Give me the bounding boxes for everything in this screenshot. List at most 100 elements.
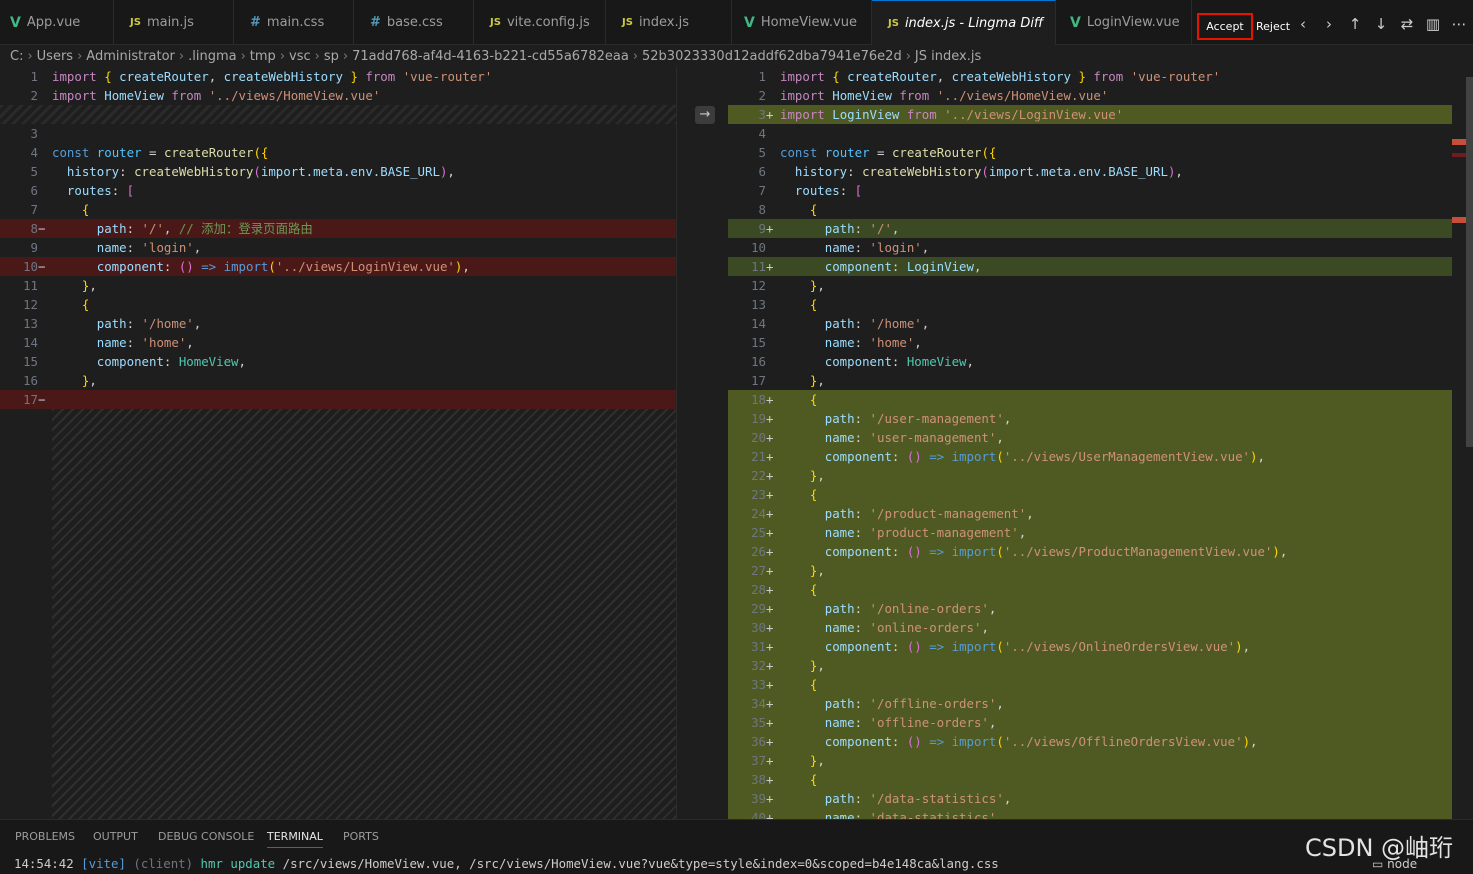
- code-line[interactable]: 1 import { createRouter, createWebHistory…: [728, 67, 1452, 86]
- added-line[interactable]: 20 + name: 'user-management',: [728, 428, 1452, 447]
- tab-loginview-vue[interactable]: V LoginView.vue: [1056, 0, 1192, 45]
- panel-tab-output[interactable]: OUTPUT: [93, 830, 138, 843]
- code-line[interactable]: 1 import { createRouter, createWebHistory…: [0, 67, 688, 86]
- reject-button[interactable]: Reject: [1256, 20, 1290, 33]
- code-line[interactable]: 17 },: [728, 371, 1452, 390]
- panel-tab-problems[interactable]: PROBLEMS: [15, 830, 75, 843]
- tab-vite-config[interactable]: JS vite.config.js: [474, 0, 606, 45]
- code-line[interactable]: 15 component: HomeView,: [0, 352, 688, 371]
- code-line[interactable]: 16 },: [0, 371, 688, 390]
- added-line[interactable]: 27 + },: [728, 561, 1452, 580]
- breadcrumb-item[interactable]: tmp: [250, 49, 276, 64]
- tab-lingma-diff[interactable]: JSindex.js - Lingma Diff✕: [872, 0, 1056, 45]
- code-line[interactable]: [0, 105, 688, 124]
- code-line[interactable]: 7 {: [0, 200, 688, 219]
- added-line[interactable]: 38 + {: [728, 770, 1452, 789]
- added-line[interactable]: 26 + component: () => import('../views/Pr…: [728, 542, 1452, 561]
- breadcrumb-item[interactable]: JS index.js: [915, 49, 981, 64]
- code-line[interactable]: 14 name: 'home',: [0, 333, 688, 352]
- tab-main-js[interactable]: JS main.js: [114, 0, 234, 45]
- added-line[interactable]: 24 + path: '/product-management',: [728, 504, 1452, 523]
- code-line[interactable]: 3: [0, 124, 688, 143]
- added-line[interactable]: 3 + import LoginView from '../views/LoginV…: [728, 105, 1452, 124]
- added-line[interactable]: 9 + path: '/',: [728, 219, 1452, 238]
- added-line[interactable]: 29 + path: '/online-orders',: [728, 599, 1452, 618]
- code-line[interactable]: 15 name: 'home',: [728, 333, 1452, 352]
- added-line[interactable]: 11 + component: LoginView,: [728, 257, 1452, 276]
- code-line[interactable]: 11 },: [0, 276, 688, 295]
- panel-tab-terminal[interactable]: TERMINAL: [267, 830, 323, 848]
- code-line[interactable]: 7 routes: [: [728, 181, 1452, 200]
- breadcrumb-item[interactable]: C:: [10, 49, 23, 64]
- code-line[interactable]: 12 {: [0, 295, 688, 314]
- code-line[interactable]: 4 const router = createRouter({: [0, 143, 688, 162]
- added-line[interactable]: 22 + },: [728, 466, 1452, 485]
- removed-line[interactable]: 17−: [0, 390, 688, 409]
- added-line[interactable]: 34 + path: '/offline-orders',: [728, 694, 1452, 713]
- added-line[interactable]: 31 + component: () => import('../views/On…: [728, 637, 1452, 656]
- added-line[interactable]: 25 + name: 'product-management',: [728, 523, 1452, 542]
- code-line[interactable]: 13 path: '/home',: [0, 314, 688, 333]
- added-line[interactable]: 39 + path: '/data-statistics',: [728, 789, 1452, 808]
- tab-base-css[interactable]: # base.css: [354, 0, 474, 45]
- added-line[interactable]: 36 + component: () => import('../views/Of…: [728, 732, 1452, 751]
- code-text: {: [809, 772, 818, 787]
- chevron-right-icon[interactable]: ›: [1320, 15, 1338, 33]
- arrow-down-icon[interactable]: ↓: [1372, 15, 1390, 33]
- breadcrumb-item[interactable]: vsc: [289, 49, 311, 64]
- added-line[interactable]: 18 + {: [728, 390, 1452, 409]
- right-scrollbar[interactable]: [1452, 67, 1473, 819]
- code-line[interactable]: 9 name: 'login',: [0, 238, 688, 257]
- revert-arrow-icon[interactable]: →: [695, 106, 715, 124]
- swap-icon[interactable]: ⇄: [1398, 15, 1416, 33]
- chevron-left-icon[interactable]: ‹: [1294, 15, 1312, 33]
- code-line[interactable]: 4: [728, 124, 1452, 143]
- added-line[interactable]: 30 + name: 'online-orders',: [728, 618, 1452, 637]
- added-line[interactable]: 40 + name: 'data-statistics',: [728, 808, 1452, 819]
- added-line[interactable]: 32 + },: [728, 656, 1452, 675]
- panel-tab-ports[interactable]: PORTS: [343, 830, 379, 843]
- removed-line[interactable]: 8− path: '/', // 添加：登录页面路由: [0, 219, 688, 238]
- left-scrollbar[interactable]: [676, 67, 688, 819]
- breadcrumb-item[interactable]: sp: [324, 49, 339, 64]
- tab-app-vue[interactable]: V App.vue: [0, 0, 114, 45]
- tab-index-js[interactable]: JS index.js: [606, 0, 732, 45]
- code-line[interactable]: 6 history: createWebHistory(import.meta.…: [728, 162, 1452, 181]
- breadcrumb-item[interactable]: .lingma: [188, 49, 236, 64]
- more-icon[interactable]: ⋯: [1450, 15, 1468, 33]
- code-line[interactable]: 6 routes: [: [0, 181, 688, 200]
- accept-button[interactable]: Accept: [1197, 13, 1253, 40]
- added-line[interactable]: 33 + {: [728, 675, 1452, 694]
- scrollbar-thumb[interactable]: [1466, 77, 1473, 447]
- tab-main-css[interactable]: # main.css: [234, 0, 354, 45]
- diff-modified-pane[interactable]: 1 import { createRouter, createWebHistory…: [728, 67, 1452, 819]
- removed-line[interactable]: 10− component: () => import('../views/Lo…: [0, 257, 688, 276]
- code-line[interactable]: 8 {: [728, 200, 1452, 219]
- added-line[interactable]: 28 + {: [728, 580, 1452, 599]
- breadcrumb-item[interactable]: Users: [37, 49, 73, 64]
- added-line[interactable]: 37 + },: [728, 751, 1452, 770]
- breadcrumb-item[interactable]: 71add768-af4d-4163-b221-cd55a6782eaa: [352, 49, 629, 64]
- code-line[interactable]: 2 import HomeView from '../views/HomeView…: [0, 86, 688, 105]
- diff-original-pane[interactable]: 1 import { createRouter, createWebHistory…: [0, 67, 688, 819]
- breadcrumb-item[interactable]: Administrator: [86, 49, 175, 64]
- line-number: 4: [30, 145, 38, 160]
- added-line[interactable]: 35 + name: 'offline-orders',: [728, 713, 1452, 732]
- added-line[interactable]: 23 + {: [728, 485, 1452, 504]
- added-line[interactable]: 21 + component: () => import('../views/Us…: [728, 447, 1452, 466]
- code-line[interactable]: 10 name: 'login',: [728, 238, 1452, 257]
- code-line[interactable]: 2 import HomeView from '../views/HomeView…: [728, 86, 1452, 105]
- split-editor-icon[interactable]: ▥: [1424, 15, 1442, 33]
- terminal-output[interactable]: 14:54:42 [vite] (client) hmr update /src…: [14, 856, 999, 871]
- code-line[interactable]: 14 path: '/home',: [728, 314, 1452, 333]
- code-line[interactable]: 13 {: [728, 295, 1452, 314]
- breadcrumb-item[interactable]: 52b3023330d12addf62dba7941e76e2d: [642, 49, 902, 64]
- panel-tab-debug-console[interactable]: DEBUG CONSOLE: [158, 830, 254, 843]
- code-line[interactable]: 16 component: HomeView,: [728, 352, 1452, 371]
- arrow-up-icon[interactable]: ↑: [1346, 15, 1364, 33]
- code-line[interactable]: 5 history: createWebHistory(import.meta.…: [0, 162, 688, 181]
- code-line[interactable]: 12 },: [728, 276, 1452, 295]
- code-line[interactable]: 5 const router = createRouter({: [728, 143, 1452, 162]
- added-line[interactable]: 19 + path: '/user-management',: [728, 409, 1452, 428]
- tab-homeview-vue[interactable]: V HomeView.vue: [732, 0, 872, 45]
